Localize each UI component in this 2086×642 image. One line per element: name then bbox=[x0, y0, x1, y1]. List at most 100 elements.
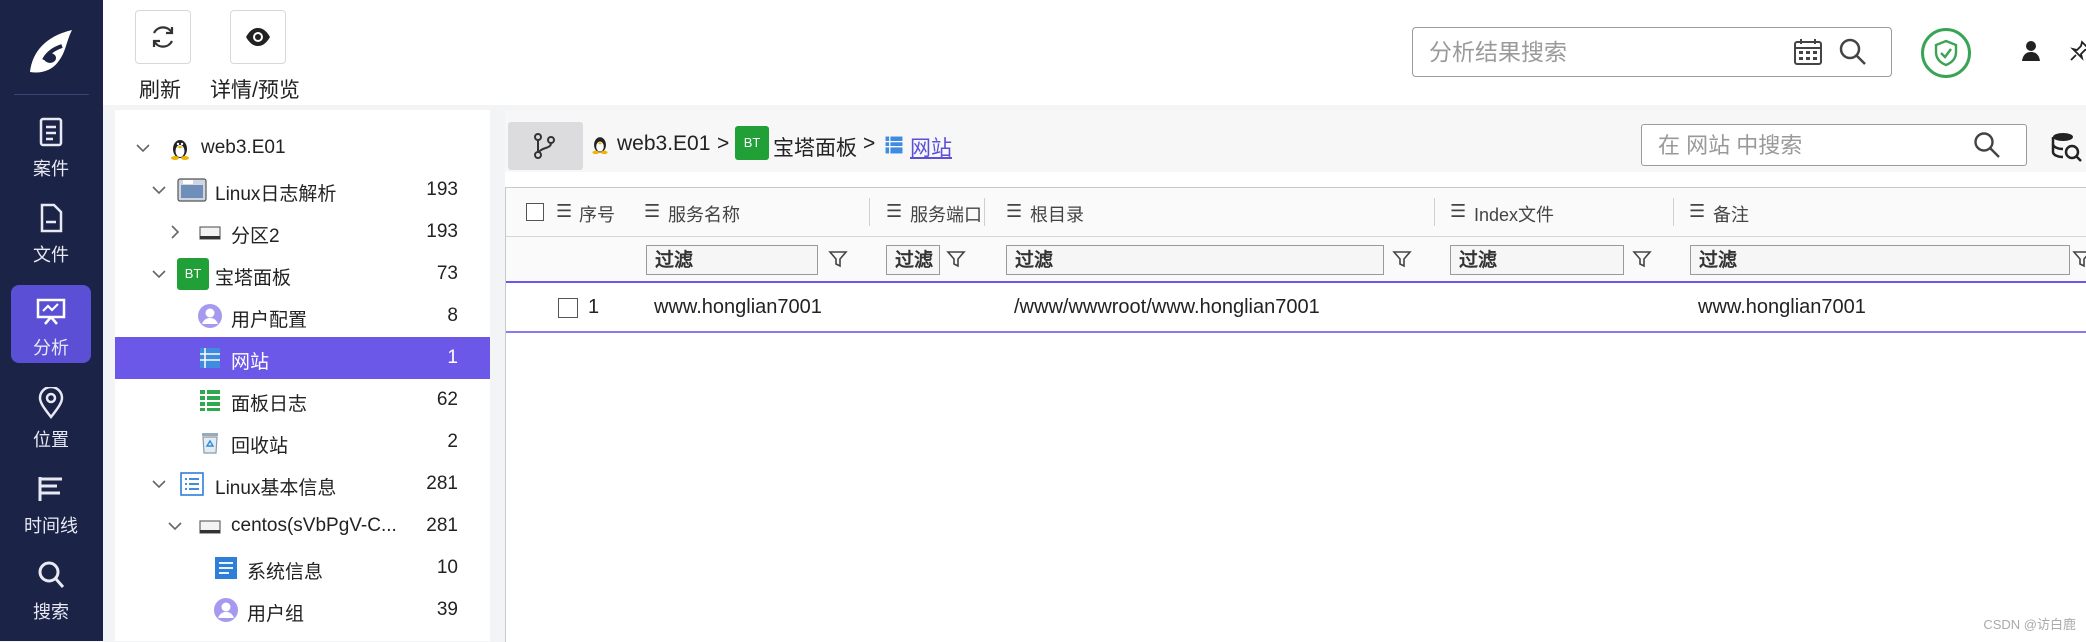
tree-item-user-config[interactable]: 用户配置 8 bbox=[115, 295, 490, 337]
column-divider[interactable] bbox=[1673, 198, 1674, 226]
filter-icon[interactable] bbox=[1392, 249, 1412, 269]
column-header-index-file[interactable]: Index文件 bbox=[1474, 201, 1554, 227]
analysis-search-field[interactable] bbox=[1412, 27, 1892, 77]
filter-icon[interactable] bbox=[2072, 249, 2086, 269]
filter-input[interactable] bbox=[893, 248, 944, 274]
breadcrumb-item-website[interactable]: 网站 bbox=[910, 132, 952, 162]
column-divider[interactable] bbox=[1434, 198, 1435, 226]
breadcrumb-item-root[interactable]: web3.E01 bbox=[617, 132, 710, 156]
calendar-icon[interactable] bbox=[1793, 38, 1823, 66]
scoped-search-field[interactable] bbox=[1641, 124, 2027, 166]
column-header-root-dir[interactable]: 根目录 bbox=[1030, 201, 1084, 227]
filter-service-port[interactable] bbox=[886, 245, 944, 275]
analysis-search-input[interactable] bbox=[1427, 36, 1791, 68]
status-shield-button[interactable] bbox=[1921, 28, 1971, 78]
drag-handle-icon[interactable]: ☰ bbox=[886, 201, 902, 222]
tree-item-linux-log[interactable]: Linux日志解析 193 bbox=[115, 169, 490, 211]
nav-item-analysis[interactable]: 分析 bbox=[11, 285, 91, 363]
tree-count: 73 bbox=[436, 263, 458, 284]
filter-root-dir[interactable] bbox=[1006, 245, 1384, 275]
nav-item-file[interactable]: 文件 bbox=[11, 192, 91, 270]
filter-icon[interactable] bbox=[828, 249, 848, 269]
linux-penguin-icon bbox=[592, 137, 608, 155]
branch-icon bbox=[534, 133, 555, 159]
tree-item-partition[interactable]: 分区2 193 bbox=[115, 211, 490, 253]
nav-label: 文件 bbox=[33, 245, 69, 265]
filter-input[interactable] bbox=[1013, 248, 1356, 274]
bt-panel-icon: BT bbox=[177, 258, 209, 290]
branch-toggle-button[interactable] bbox=[508, 122, 583, 170]
drag-handle-icon[interactable]: ☰ bbox=[644, 201, 660, 222]
chevron-down-icon[interactable] bbox=[151, 476, 167, 492]
search-icon[interactable] bbox=[1837, 37, 1869, 67]
column-divider[interactable] bbox=[869, 198, 870, 226]
pin-icon[interactable] bbox=[2069, 40, 2086, 62]
chevron-down-icon[interactable] bbox=[151, 182, 167, 198]
tree-item-centos[interactable]: centos(sVbPgV-C... 281 bbox=[115, 505, 490, 547]
filter-index-file[interactable] bbox=[1450, 245, 1624, 275]
filter-icon[interactable] bbox=[946, 249, 966, 269]
nav-label: 搜索 bbox=[33, 602, 69, 622]
nav-divider bbox=[14, 94, 89, 95]
preview-label: 详情/预览 bbox=[210, 79, 300, 102]
cell-root-dir: /www/wwwroot/www.honglian7001 bbox=[1014, 296, 1320, 318]
filter-input[interactable] bbox=[1697, 248, 2042, 274]
nav-item-search[interactable]: 搜索 bbox=[11, 549, 91, 627]
preview-button[interactable] bbox=[230, 10, 286, 64]
tree-count: 39 bbox=[436, 599, 458, 620]
breadcrumb-item-bt-panel[interactable]: 宝塔面板 bbox=[773, 132, 857, 162]
row-checkbox[interactable] bbox=[558, 298, 578, 318]
chevron-down-icon[interactable] bbox=[151, 266, 167, 282]
tree-item-linux-basic[interactable]: Linux基本信息 281 bbox=[115, 463, 490, 505]
tree-label: 用户组 bbox=[247, 604, 305, 625]
system-info-icon bbox=[215, 557, 237, 579]
refresh-button[interactable] bbox=[135, 10, 191, 64]
database-search-icon[interactable] bbox=[2050, 130, 2082, 162]
tree-item-bt-panel[interactable]: BT 宝塔面板 73 bbox=[115, 253, 490, 295]
tree-count: 281 bbox=[426, 473, 458, 494]
column-header-service-port[interactable]: 服务端口 bbox=[910, 201, 982, 227]
tree-item-root[interactable]: web3.E01 bbox=[115, 127, 490, 169]
drag-handle-icon[interactable]: ☰ bbox=[556, 201, 572, 222]
nav-item-timeline[interactable]: 时间线 bbox=[11, 463, 91, 541]
filter-input[interactable] bbox=[1457, 248, 1616, 274]
refresh-icon bbox=[152, 26, 174, 48]
disk-icon bbox=[199, 226, 221, 240]
recycle-bin-icon bbox=[202, 433, 218, 454]
tree-item-system-info[interactable]: 系统信息 10 bbox=[115, 547, 490, 589]
nav-label: 分析 bbox=[33, 338, 69, 358]
column-divider[interactable] bbox=[984, 198, 985, 226]
drag-handle-icon[interactable]: ☰ bbox=[1006, 201, 1022, 222]
tree-item-recycle-bin[interactable]: 回收站 2 bbox=[115, 421, 490, 463]
filter-input[interactable] bbox=[653, 248, 810, 274]
column-header-note[interactable]: 备注 bbox=[1713, 201, 1749, 227]
filter-icon[interactable] bbox=[1632, 249, 1652, 269]
nav-item-location[interactable]: 位置 bbox=[11, 377, 91, 455]
chevron-down-icon[interactable] bbox=[167, 518, 183, 534]
main-content: web3.E01 > BT 宝塔面板 > 网站 ☰ 序号 ☰ 服务名称 ☰ 服务… bbox=[505, 110, 2086, 642]
tree-item-panel-log[interactable]: 面板日志 62 bbox=[115, 379, 490, 421]
column-header-index[interactable]: 序号 bbox=[579, 201, 615, 227]
chevron-down-icon[interactable] bbox=[135, 140, 151, 156]
analysis-icon bbox=[36, 298, 66, 325]
tree-count: 193 bbox=[426, 179, 458, 200]
user-group-icon bbox=[214, 598, 238, 622]
chevron-right-icon[interactable] bbox=[167, 224, 183, 240]
nav-item-case[interactable]: 案件 bbox=[11, 106, 91, 184]
tree-label: web3.E01 bbox=[201, 137, 286, 158]
case-icon bbox=[39, 117, 63, 147]
select-all-checkbox[interactable] bbox=[526, 203, 544, 221]
tree-item-website[interactable]: 网站 1 bbox=[115, 337, 490, 379]
table-row[interactable]: 1 www.honglian7001 /www/wwwroot/www.hong… bbox=[506, 283, 2086, 333]
filter-service-name[interactable] bbox=[646, 245, 818, 275]
bt-panel-icon: BT bbox=[735, 126, 769, 160]
tree-item-user-group[interactable]: 用户组 39 bbox=[115, 589, 490, 631]
user-icon[interactable] bbox=[2021, 40, 2041, 62]
drag-handle-icon[interactable]: ☰ bbox=[1689, 201, 1705, 222]
drag-handle-icon[interactable]: ☰ bbox=[1450, 201, 1466, 222]
search-icon[interactable] bbox=[1972, 131, 2002, 159]
timeline-icon bbox=[38, 477, 62, 501]
filter-note[interactable] bbox=[1690, 245, 2070, 275]
column-header-service-name[interactable]: 服务名称 bbox=[668, 201, 740, 227]
scoped-search-input[interactable] bbox=[1656, 131, 1960, 161]
